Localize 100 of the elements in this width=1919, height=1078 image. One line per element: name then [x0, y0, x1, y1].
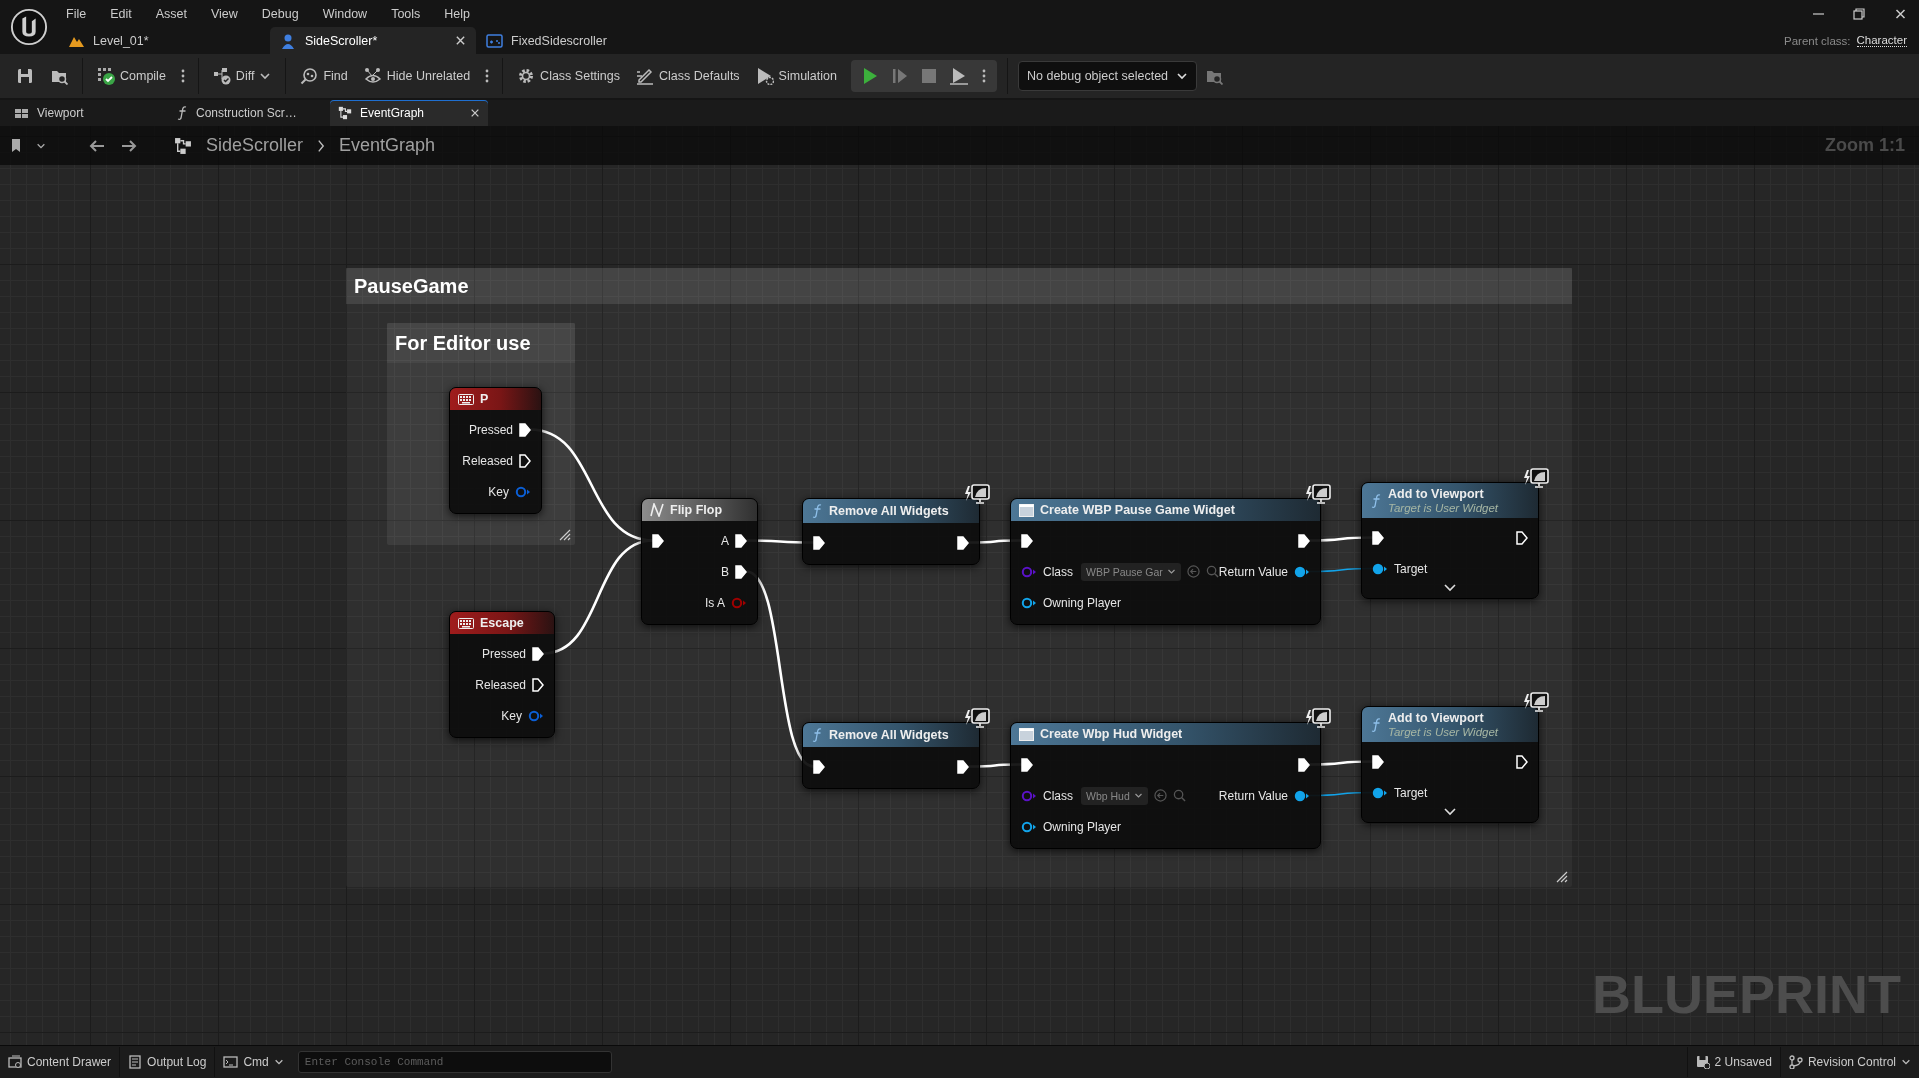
- exec-pin[interactable]: [1372, 530, 1384, 545]
- exec-pin[interactable]: [1021, 757, 1033, 772]
- expand-chevron-icon[interactable]: [1444, 808, 1456, 816]
- breadcrumb-item[interactable]: EventGraph: [339, 135, 436, 156]
- function-node[interactable]: Add to Viewport Target is User Widget Target: [1361, 706, 1539, 823]
- exec-pin[interactable]: [1298, 757, 1310, 772]
- class-dropdown[interactable]: WBP Pause Gar: [1081, 562, 1181, 581]
- exec-pin[interactable]: [519, 422, 531, 437]
- breadcrumb-item[interactable]: SideScroller: [206, 135, 304, 156]
- bookmark-icon[interactable]: [10, 138, 22, 153]
- document-tab[interactable]: Level_01*: [58, 27, 270, 54]
- data-pin[interactable]: [1372, 786, 1388, 799]
- use-selected-icon[interactable]: [1186, 565, 1200, 578]
- menu-item[interactable]: Window: [314, 6, 378, 21]
- simulation-button[interactable]: Simulation: [747, 60, 845, 92]
- create-node[interactable]: Create Wbp Hud Widget Class Wbp Hud Return Value Owning Player: [1010, 722, 1321, 849]
- create-node[interactable]: Create WBP Pause Game Widget Class WBP Pause Gar Return Value Owning Player: [1010, 498, 1321, 625]
- chevron-down-icon: [1901, 1057, 1911, 1067]
- menu-item[interactable]: Edit: [102, 6, 142, 21]
- menu-item[interactable]: Asset: [147, 6, 197, 21]
- exec-pin[interactable]: [957, 759, 969, 774]
- pin-label: Is A: [705, 595, 725, 610]
- pin-label: Pressed: [481, 646, 526, 661]
- data-pin[interactable]: [528, 709, 544, 722]
- menu-item[interactable]: View: [202, 6, 248, 21]
- kebab-icon: [981, 69, 987, 83]
- compile-button[interactable]: Compile: [89, 60, 174, 92]
- revision-control-button[interactable]: Revision Control: [1780, 1047, 1919, 1077]
- exec-pin[interactable]: [813, 759, 825, 774]
- resize-grip-icon[interactable]: [1556, 871, 1568, 883]
- use-selected-icon[interactable]: [1153, 789, 1167, 802]
- data-pin[interactable]: [515, 485, 531, 498]
- chevron-down-icon: [273, 1057, 284, 1067]
- graph-tab[interactable]: Viewport: [6, 100, 168, 126]
- function-icon: [1370, 492, 1382, 509]
- node-title: Create Wbp Hud Widget: [1040, 727, 1183, 741]
- document-tab[interactable]: SideScroller*: [270, 27, 476, 54]
- diff-button[interactable]: Diff: [204, 60, 280, 92]
- data-pin[interactable]: [1294, 565, 1310, 578]
- event-node[interactable]: P Pressed Released Key: [449, 387, 542, 514]
- kebab-icon: [179, 69, 186, 83]
- document-tab[interactable]: FixedSidescroller: [476, 27, 676, 54]
- engine-logo[interactable]: [10, 8, 48, 46]
- graph-tab[interactable]: EventGraph: [330, 100, 488, 126]
- menu-item[interactable]: Debug: [253, 6, 309, 21]
- close-icon[interactable]: [1894, 7, 1907, 20]
- exec-pin[interactable]: [735, 533, 747, 548]
- function-node[interactable]: Remove All Widgets: [802, 498, 980, 565]
- menu-item[interactable]: Tools: [383, 6, 431, 21]
- exec-pin[interactable]: [1516, 754, 1528, 769]
- search-icon[interactable]: [1172, 789, 1186, 802]
- exec-pin[interactable]: [735, 564, 747, 579]
- search-icon[interactable]: [1205, 565, 1219, 578]
- exec-pin[interactable]: [652, 533, 664, 548]
- pin-label: A: [721, 533, 729, 548]
- menu-item[interactable]: Help: [436, 6, 481, 21]
- expand-chevron-icon[interactable]: [1444, 584, 1456, 592]
- resize-grip-icon[interactable]: [559, 529, 571, 541]
- zoom-label: Zoom 1:1: [1825, 135, 1905, 156]
- character-icon: [280, 32, 297, 49]
- pencil-icon: [636, 67, 654, 85]
- parent-class-link[interactable]: Character: [1856, 34, 1907, 47]
- class-defaults-button[interactable]: Class Defaults: [628, 60, 748, 92]
- exec-pin[interactable]: [1021, 533, 1033, 548]
- forward-arrow-icon[interactable]: [120, 137, 138, 154]
- output-log-button[interactable]: Output Log: [120, 1047, 215, 1077]
- data-pin[interactable]: [1294, 789, 1310, 802]
- debug-object-dropdown[interactable]: No debug object selected: [1018, 61, 1198, 91]
- menu-item[interactable]: File: [58, 6, 97, 21]
- data-pin[interactable]: [1372, 562, 1388, 575]
- find-button[interactable]: Find: [292, 60, 356, 92]
- macro-node[interactable]: Flip Flop A B Is A: [641, 498, 758, 625]
- exec-pin[interactable]: [813, 535, 825, 550]
- eye-graph-icon: [363, 67, 382, 85]
- exec-pin[interactable]: [1372, 754, 1384, 769]
- close-icon[interactable]: [455, 35, 466, 46]
- hide-unrelated-button[interactable]: Hide Unrelated: [355, 60, 479, 92]
- event-node[interactable]: Escape Pressed Released Key: [449, 611, 555, 738]
- data-pin[interactable]: [1021, 596, 1037, 609]
- class-dropdown[interactable]: Wbp Hud: [1081, 786, 1148, 805]
- cmd-dropdown[interactable]: Cmd: [215, 1047, 292, 1077]
- pin-label: Target: [1394, 785, 1428, 800]
- function-node[interactable]: Remove All Widgets: [802, 722, 980, 789]
- exec-pin[interactable]: [1298, 533, 1310, 548]
- content-drawer-button[interactable]: Content Drawer: [0, 1047, 120, 1077]
- exec-pin[interactable]: [532, 646, 544, 661]
- keyboard-icon: [458, 393, 474, 405]
- close-icon[interactable]: [470, 108, 480, 118]
- back-arrow-icon[interactable]: [88, 137, 106, 154]
- unsaved-button[interactable]: 2 Unsaved: [1687, 1047, 1780, 1077]
- data-pin[interactable]: [1021, 820, 1037, 833]
- console-input-field[interactable]: Enter Console Command: [297, 1051, 612, 1073]
- restore-icon[interactable]: [1853, 7, 1866, 20]
- graph-tab[interactable]: Construction Scr…: [168, 100, 330, 126]
- exec-pin[interactable]: [519, 453, 531, 468]
- exec-pin[interactable]: [532, 677, 544, 692]
- exec-pin[interactable]: [957, 535, 969, 550]
- function-node[interactable]: Add to Viewport Target is User Widget Target: [1361, 482, 1539, 599]
- exec-pin[interactable]: [1516, 530, 1528, 545]
- class-settings-button[interactable]: Class Settings: [509, 60, 628, 92]
